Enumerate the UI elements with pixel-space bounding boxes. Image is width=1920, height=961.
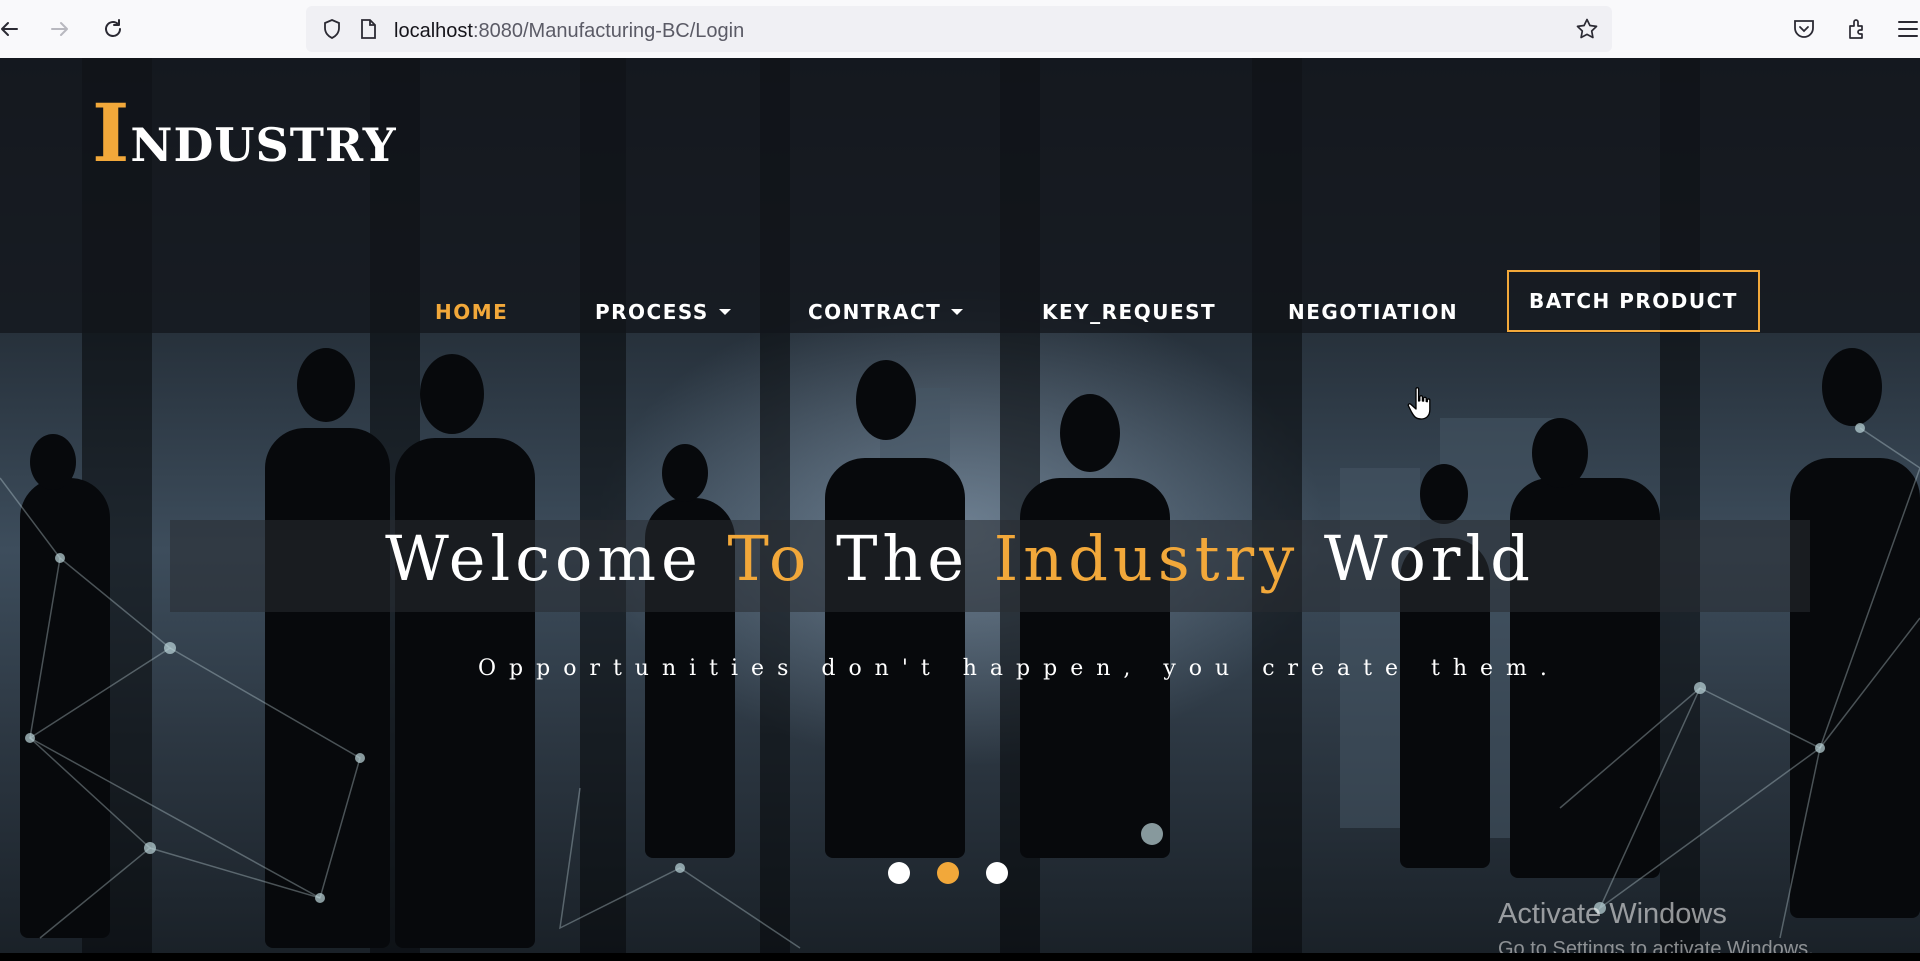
nav-contract[interactable]: CONTRACT xyxy=(808,290,964,334)
hero-subtitle: Opportunities don't happen, you create t… xyxy=(478,656,1560,681)
hero-title-part: The xyxy=(811,522,994,595)
batch-product-button[interactable]: BATCH PRODUCT xyxy=(1507,270,1760,332)
url-bar[interactable]: localhost:8080/Manufacturing-BC/Login xyxy=(306,6,1612,52)
nav-contract-label: CONTRACT xyxy=(808,300,942,324)
nav-key-request-label: KEY_REQUEST xyxy=(1042,300,1217,324)
page-icon[interactable] xyxy=(353,14,383,44)
back-icon[interactable] xyxy=(0,14,24,44)
bottom-edge xyxy=(0,953,1920,961)
activate-windows-title: Activate Windows xyxy=(1498,898,1727,930)
nav-home[interactable]: HOME xyxy=(435,290,508,334)
nav-process-label: PROCESS xyxy=(595,300,709,324)
url-text: localhost:8080/Manufacturing-BC/Login xyxy=(394,20,745,42)
activate-windows-subtitle: Go to Settings to activate Windows. xyxy=(1498,938,1814,953)
extensions-icon[interactable] xyxy=(1842,14,1872,44)
carousel-dot[interactable] xyxy=(986,862,1008,884)
nav-home-label: HOME xyxy=(435,300,509,324)
caret-down-icon xyxy=(951,309,964,315)
hero-title-accent: Industry xyxy=(993,522,1300,595)
reload-icon[interactable] xyxy=(98,14,128,44)
nav-process[interactable]: PROCESS xyxy=(595,290,731,334)
nav-negotiation[interactable]: NEGOTIATION xyxy=(1288,290,1458,334)
nav-negotiation-label: NEGOTIATION xyxy=(1288,300,1459,324)
hero-title-part: World xyxy=(1299,522,1535,595)
batch-product-label: BATCH PRODUCT xyxy=(1529,289,1738,313)
hero-title-accent: To xyxy=(727,522,812,595)
caret-down-icon xyxy=(718,309,731,315)
pocket-icon[interactable] xyxy=(1789,14,1819,44)
nav-key-request[interactable]: KEY_REQUEST xyxy=(1042,290,1216,334)
hero-title: Welcome To The Industry World xyxy=(0,522,1920,595)
hero-title-part: Welcome xyxy=(385,522,728,595)
forward-icon[interactable] xyxy=(45,14,75,44)
browser-toolbar: localhost:8080/Manufacturing-BC/Login xyxy=(0,0,1920,58)
star-icon[interactable] xyxy=(1572,14,1602,44)
hand-cursor-icon xyxy=(1407,387,1431,420)
page: INDUSTRY HOME PROCESS CONTRACT KEY_REQUE… xyxy=(0,58,1920,953)
carousel-dot[interactable] xyxy=(888,862,910,884)
site-logo[interactable]: INDUSTRY xyxy=(92,86,397,180)
shield-icon[interactable] xyxy=(317,14,347,44)
carousel-dot-active[interactable] xyxy=(937,862,959,884)
carousel-indicators xyxy=(888,862,1008,884)
menu-icon[interactable] xyxy=(1893,14,1920,44)
